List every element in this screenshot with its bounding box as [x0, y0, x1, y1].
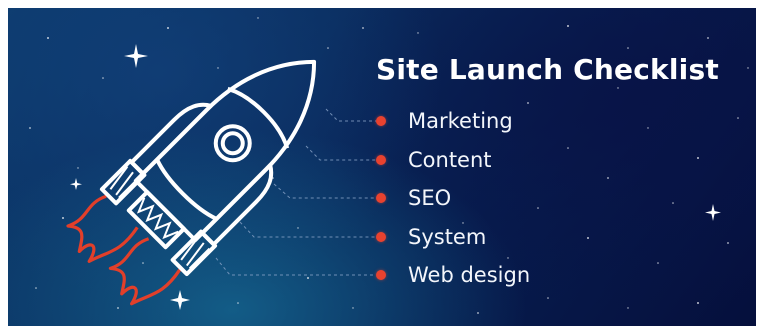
- checklist-item-seo: SEO: [376, 185, 451, 211]
- checklist-item-label: Marketing: [408, 109, 513, 133]
- checklist-item-web-design: Web design: [376, 262, 530, 288]
- checklist-item-marketing: Marketing: [376, 108, 513, 134]
- checklist-item-content: Content: [376, 147, 492, 173]
- checklist-item-label: Web design: [408, 263, 531, 287]
- bullet-icon: [376, 116, 386, 126]
- checklist-item-label: System: [408, 225, 487, 249]
- bullet-icon: [376, 270, 386, 280]
- checklist-title: Site Launch Checklist: [376, 53, 719, 86]
- checklist-item-label: SEO: [408, 186, 452, 210]
- bullet-icon: [376, 232, 386, 242]
- bullet-icon: [376, 193, 386, 203]
- checklist-item-system: System: [376, 224, 486, 250]
- bullet-icon: [376, 155, 386, 165]
- checklist-item-label: Content: [408, 148, 492, 172]
- checklist-banner: Site Launch Checklist Marketing Content …: [8, 8, 756, 326]
